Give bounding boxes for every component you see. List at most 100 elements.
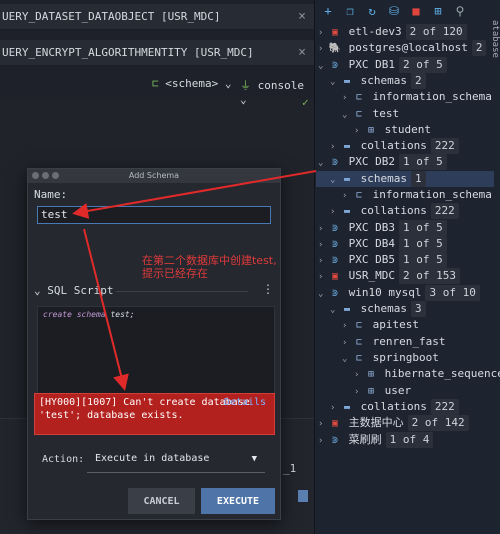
chevron-right-icon[interactable]: › xyxy=(342,318,352,334)
chevron-right-icon[interactable]: › xyxy=(330,139,340,155)
chevron-right-icon[interactable]: › xyxy=(318,416,328,432)
tree-item[interactable]: ⌄ ▬ schemas 3 xyxy=(316,301,494,317)
tree-item[interactable]: › ⊏ renren_fast xyxy=(316,334,494,350)
tree-item[interactable]: › ⊏ information_schema xyxy=(316,187,494,203)
tree-item[interactable]: › ▣ USR_MDC 2 of 153 xyxy=(316,268,494,284)
tree-item-label: postgres@localhost xyxy=(342,41,468,54)
dolphin-icon: ⋑ xyxy=(331,239,339,250)
tree-item[interactable]: ⌄ ⋑ PXC DB1 2 of 5 xyxy=(316,57,494,73)
stop-icon[interactable]: ■ xyxy=(409,4,423,18)
tree-item[interactable]: › ⊞ student xyxy=(316,122,494,138)
tree-item[interactable]: ⌄ ▬ schemas 1 xyxy=(316,171,494,187)
table-icon: ⊞ xyxy=(367,125,375,136)
chevron-right-icon[interactable]: › xyxy=(354,384,364,400)
chevron-right-icon[interactable]: › xyxy=(354,367,364,383)
tree-item[interactable]: ⌄ ⊏ springboot xyxy=(316,350,494,366)
tree-item[interactable]: › ⊏ apitest xyxy=(316,317,494,333)
tree-item[interactable]: › ⋑ PXC DB3 1 of 5 xyxy=(316,220,494,236)
folder-icon: ▬ xyxy=(343,402,351,413)
cancel-button[interactable]: CANCEL xyxy=(128,488,195,514)
tree-item[interactable]: ⌄ ▬ schemas 2 xyxy=(316,73,494,89)
schema-selector[interactable]: ⊏ <schema> ⌄ xyxy=(152,77,231,90)
chevron-down-icon[interactable]: ⌄ xyxy=(318,58,328,74)
tree-item[interactable]: ⌄ ⋑ win10 mysql 3 of 10 xyxy=(316,285,494,301)
tree-item-label: springboot xyxy=(366,351,439,364)
execute-button[interactable]: EXECUTE xyxy=(201,488,275,514)
chevron-right-icon[interactable]: › xyxy=(330,400,340,416)
chevron-right-icon[interactable]: › xyxy=(318,253,328,269)
editor-tab-encrypt[interactable]: UERY_ENCRYPT_ALGORITHMENTITY [USR_MDC] × xyxy=(0,40,314,66)
tree-item[interactable]: › ⊞ hibernate_sequence xyxy=(316,366,500,383)
folder-icon: ▬ xyxy=(343,174,351,185)
editor-tab-dataset[interactable]: UERY_DATASET_DATAOBJECT [USR_MDC] × xyxy=(0,4,314,30)
tree-item[interactable]: ⌄ ⋑ PXC DB2 1 of 5 xyxy=(316,154,494,170)
tab-title: UERY_DATASET_DATAOBJECT [USR_MDC] xyxy=(2,10,221,23)
chevron-right-icon[interactable]: › xyxy=(342,335,352,351)
count-badge: 2 xyxy=(471,40,487,56)
chevron-right-icon[interactable]: › xyxy=(318,433,328,449)
zoom-window-icon[interactable] xyxy=(52,172,59,179)
action-select[interactable]: Execute in database ▼ xyxy=(87,447,265,473)
window-controls xyxy=(32,172,59,179)
tree-item[interactable]: › ▬ collations 222 xyxy=(316,399,494,415)
chevron-down-icon[interactable]: ⌄ xyxy=(330,172,340,188)
chevron-right-icon[interactable]: › xyxy=(342,188,352,204)
name-field[interactable]: test xyxy=(37,206,271,224)
tree-item[interactable]: › ▣ etl-dev3 2 of 120 xyxy=(316,24,494,40)
sql-icon[interactable]: ⛁ xyxy=(387,4,401,18)
chevron-right-icon[interactable]: › xyxy=(318,269,328,285)
dialog-titlebar[interactable]: Add Schema xyxy=(28,169,280,183)
filter-icon[interactable]: ⚲ xyxy=(453,4,467,18)
bottom-label: _1 xyxy=(283,462,297,475)
count-badge: 2 of 142 xyxy=(407,415,469,431)
tree-item[interactable]: › ⋑ 菜刷刷 1 of 4 xyxy=(316,432,494,448)
chevron-down-icon[interactable]: ⌄ xyxy=(318,155,328,171)
more-options-icon[interactable]: ⋮ xyxy=(262,282,274,296)
chevron-right-icon[interactable]: › xyxy=(318,221,328,237)
tree-item[interactable]: › ⊞ user xyxy=(316,383,494,399)
tree-item[interactable]: › ⊏ information_schema xyxy=(316,89,494,105)
tree-item[interactable]: › ▣ 主数据中心 2 of 142 xyxy=(316,415,494,431)
tree-item[interactable]: › ⋑ PXC DB5 1 of 5 xyxy=(316,252,494,268)
close-icon[interactable]: × xyxy=(298,4,306,29)
table-icon: ⊞ xyxy=(367,386,375,397)
tree-item[interactable]: ⌄ ⊏ test xyxy=(316,106,494,122)
details-link[interactable]: Details xyxy=(224,396,266,409)
schema-icon: ⊏ xyxy=(355,92,363,103)
chevron-right-icon[interactable]: › xyxy=(354,123,364,139)
annotation-line: 提示已经存在 xyxy=(142,267,208,280)
chevron-down-icon[interactable]: ⌄ xyxy=(318,286,328,302)
add-icon[interactable]: + xyxy=(321,4,335,18)
tree-item-label: 主数据中心 xyxy=(342,416,404,429)
chevron-right-icon[interactable]: › xyxy=(330,204,340,220)
chevron-down-icon[interactable]: ⌄ xyxy=(342,351,352,367)
tree-item[interactable]: › ⋑ PXC DB4 1 of 5 xyxy=(316,236,494,252)
schema-icon: ⊏ xyxy=(355,353,363,364)
copy-icon[interactable]: ❐ xyxy=(343,4,357,18)
close-icon[interactable]: × xyxy=(298,40,306,65)
divider xyxy=(116,291,248,292)
chevron-down-icon[interactable]: ⌄ xyxy=(330,74,340,90)
chevron-right-icon[interactable]: › xyxy=(318,25,328,41)
chevron-right-icon[interactable]: › xyxy=(318,237,328,253)
tree-item[interactable]: › 🐘 postgres@localhost 2 xyxy=(316,40,494,56)
tree-item-label: win10 mysql xyxy=(342,286,422,299)
tree-item[interactable]: › ▬ collations 222 xyxy=(316,138,494,154)
name-label: Name: xyxy=(34,188,68,201)
sql-script-editor[interactable]: create schema test; xyxy=(37,306,275,394)
sql-script-header[interactable]: ⌄ SQL Script ⋮ xyxy=(34,282,274,297)
chevron-down-icon[interactable]: ⌄ xyxy=(330,302,340,318)
check-icon: ✓ xyxy=(302,96,309,109)
minimize-window-icon[interactable] xyxy=(42,172,49,179)
refresh-icon[interactable]: ↻ xyxy=(365,4,379,18)
chevron-down-icon: ⌄ xyxy=(34,284,41,297)
chevron-right-icon[interactable]: › xyxy=(342,90,352,106)
chevron-down-icon[interactable]: ⌄ xyxy=(342,107,352,123)
tree-item[interactable]: › ▬ collations 222 xyxy=(316,203,494,219)
close-window-icon[interactable] xyxy=(32,172,39,179)
table-icon[interactable]: ⊞ xyxy=(431,4,445,18)
chevron-right-icon[interactable]: › xyxy=(318,41,328,57)
tree-item-label: schemas xyxy=(354,302,407,315)
count-badge: 1 of 4 xyxy=(385,432,434,448)
table-icon: ⊞ xyxy=(367,369,375,380)
